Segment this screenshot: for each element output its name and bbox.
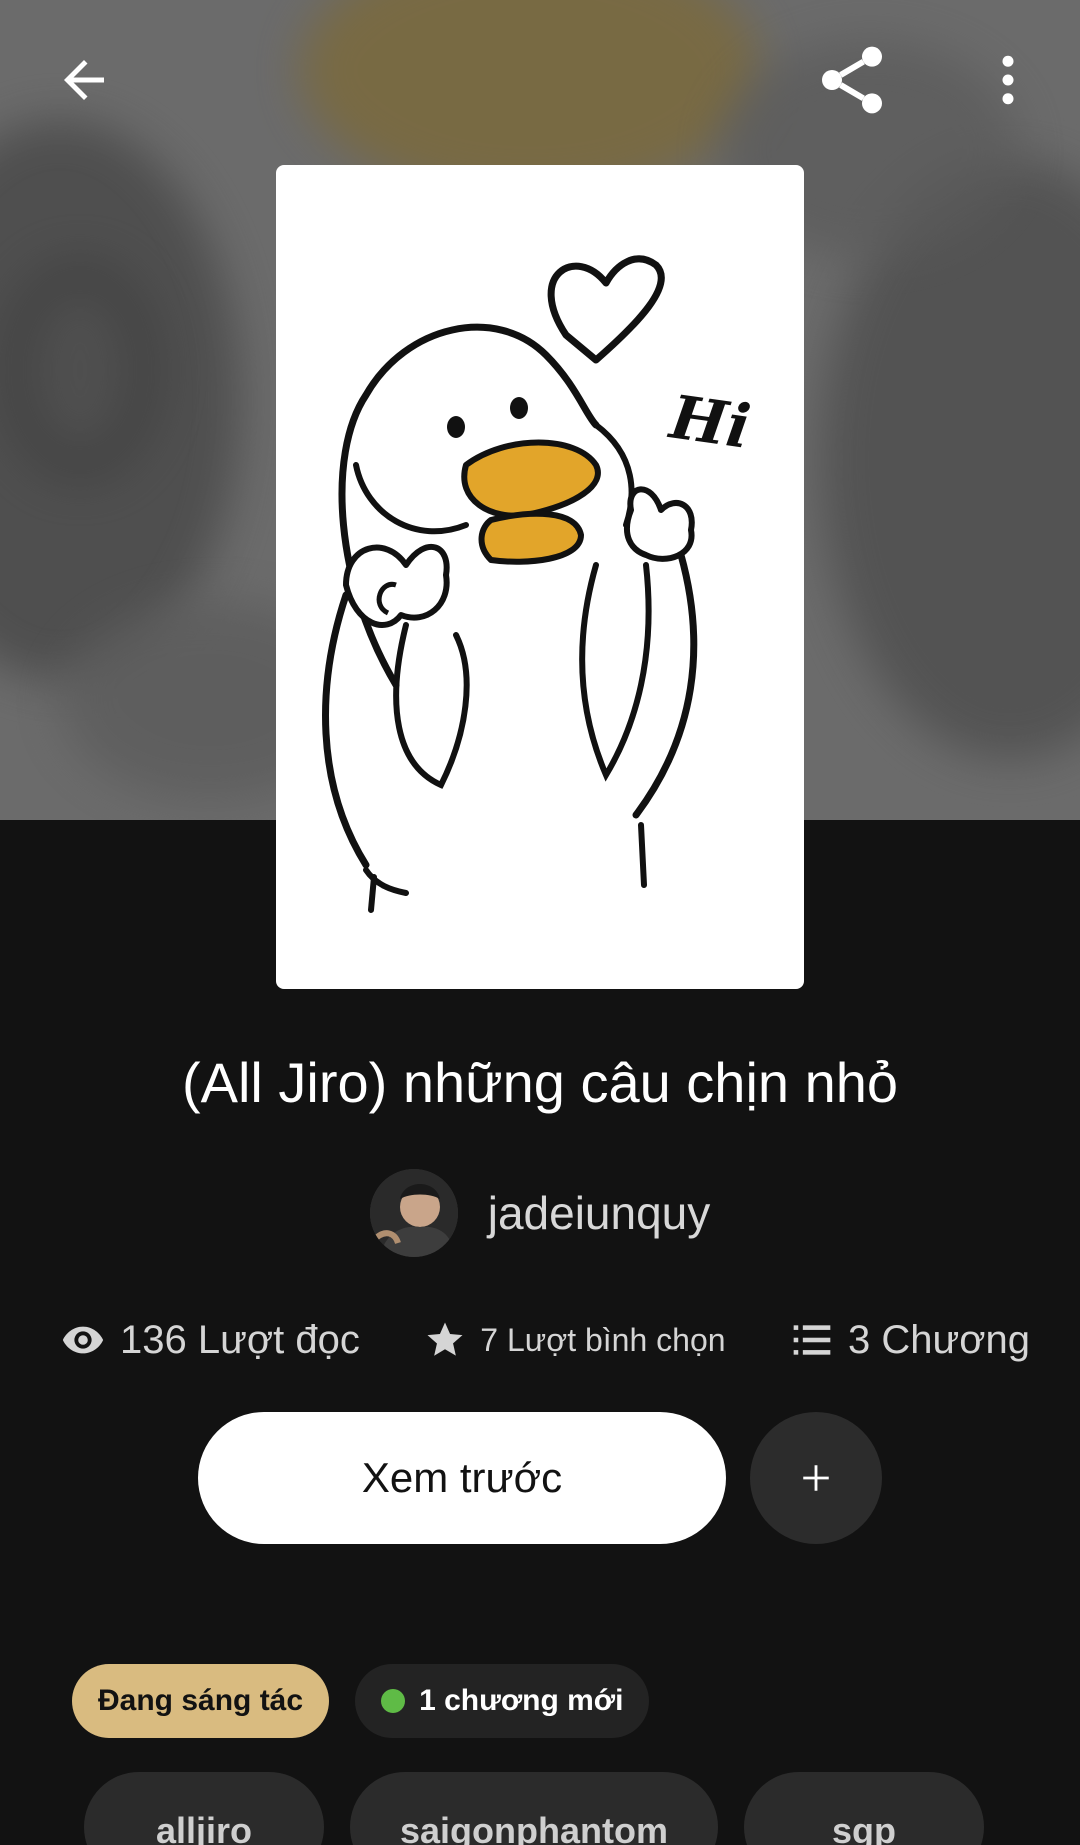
author-name[interactable]: jadeiunquy: [488, 1186, 711, 1240]
status-badge: Đang sáng tác: [72, 1664, 330, 1738]
story-title: (All Jiro) những câu chịn nhỏ: [181, 1051, 899, 1114]
cover-text: Hi: [664, 382, 754, 463]
plus-icon: [803, 1465, 829, 1491]
back-button[interactable]: [36, 32, 132, 128]
reads-count: 136 Lượt đọc: [120, 1317, 360, 1362]
story-detail-page: Hi (All Jiro) những câu chịn nhỏ jadeiun…: [0, 0, 1080, 1845]
new-chapter-badge: 1 chương mới: [355, 1664, 650, 1738]
story-stats: 136 Lượt đọc 7 Lượt bình chọn 3 Chương: [60, 1310, 1030, 1370]
votes-count: 7 Lượt bình chọn: [480, 1321, 726, 1358]
more-options-button[interactable]: [960, 32, 1056, 128]
author-avatar[interactable]: [369, 1169, 458, 1257]
votes-stat: 7 Lượt bình chọn: [424, 1319, 726, 1361]
reads-stat: 136 Lượt đọc: [60, 1317, 360, 1363]
tag-chip[interactable]: sgp: [744, 1772, 984, 1845]
new-chapter-label: 1 chương mới: [419, 1684, 624, 1717]
preview-button[interactable]: Xem trước: [198, 1412, 726, 1544]
status-badges: Đang sáng tác 1 chương mới: [72, 1664, 650, 1738]
chapters-stat[interactable]: 3 Chương: [790, 1318, 1030, 1363]
chapters-count: 3 Chương: [848, 1317, 1030, 1362]
eye-icon: [62, 1326, 104, 1354]
story-cover[interactable]: Hi: [276, 165, 804, 989]
tag-chip[interactable]: alljiro: [84, 1772, 324, 1845]
tag-list: alljiro saigonphantom sgp: [84, 1772, 984, 1845]
new-dot-icon: [381, 1689, 406, 1713]
top-bar: [0, 0, 1080, 160]
share-icon: [822, 46, 882, 114]
more-vertical-icon: [1002, 55, 1014, 105]
list-icon: [793, 1325, 831, 1355]
story-actions: Xem trước: [198, 1412, 882, 1544]
author-row[interactable]: jadeiunquy: [0, 1165, 1080, 1261]
arrow-left-icon: [64, 60, 104, 100]
share-button[interactable]: [804, 32, 900, 128]
add-to-library-button[interactable]: [750, 1412, 882, 1544]
tag-chip[interactable]: saigonphantom: [350, 1772, 718, 1845]
star-icon: [427, 1322, 463, 1356]
duck-illustration: Hi: [322, 255, 754, 913]
